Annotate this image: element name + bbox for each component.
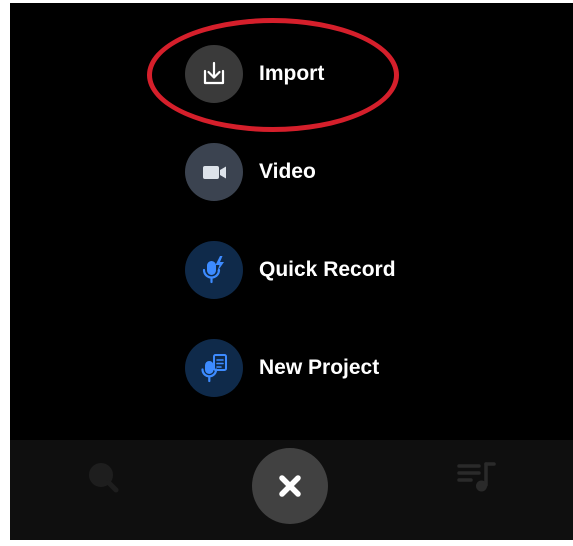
quick-record-label: Quick Record xyxy=(259,258,396,281)
new-project-icon-circle xyxy=(185,339,243,397)
app-screen: Import Video Quick Record New Project xyxy=(10,3,573,540)
video-camera-icon xyxy=(203,166,226,179)
mic-lightning-icon xyxy=(202,256,224,284)
new-project-menu-item[interactable]: New Project xyxy=(185,339,379,397)
import-icon-circle xyxy=(185,45,243,103)
import-label: Import xyxy=(259,62,325,85)
video-icon-circle xyxy=(185,143,243,201)
quick-record-menu-item[interactable]: Quick Record xyxy=(185,241,396,299)
search-icon xyxy=(89,463,119,493)
bottom-nav-bar xyxy=(10,440,573,540)
search-button[interactable] xyxy=(84,458,122,496)
close-button[interactable] xyxy=(252,448,328,524)
playlist-button[interactable] xyxy=(456,458,500,498)
video-menu-item[interactable]: Video xyxy=(185,143,316,201)
mic-document-icon xyxy=(201,354,227,383)
video-label: Video xyxy=(259,160,316,183)
import-menu-item[interactable]: Import xyxy=(185,45,324,103)
new-project-label: New Project xyxy=(259,356,380,379)
close-icon xyxy=(279,475,301,497)
quick-record-icon-circle xyxy=(185,241,243,299)
playlist-icon xyxy=(457,462,496,492)
download-icon xyxy=(203,61,225,85)
